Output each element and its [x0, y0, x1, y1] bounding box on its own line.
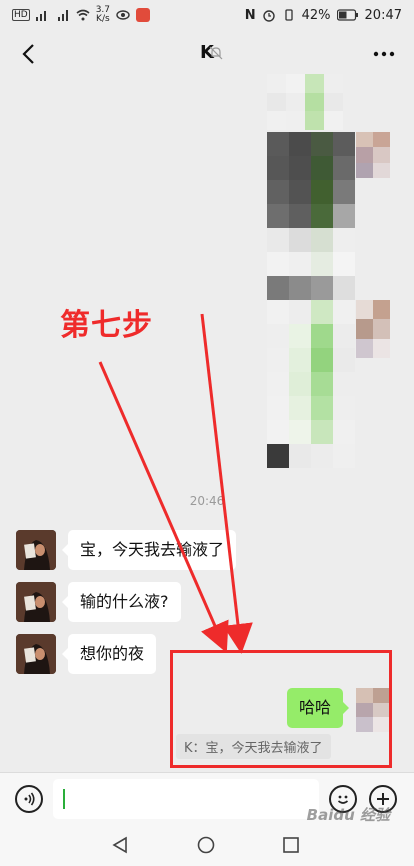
message-input[interactable] [53, 779, 319, 819]
arrow-1 [98, 361, 229, 654]
highlight-box [170, 650, 392, 768]
nav-home-icon[interactable] [197, 836, 215, 854]
nav-back-icon[interactable] [112, 836, 128, 854]
system-nav-bar [0, 824, 414, 866]
voice-button[interactable] [15, 785, 43, 813]
baidu-watermark: Baidu 经验 [306, 806, 390, 824]
voice-icon [24, 792, 35, 806]
text-caret [63, 789, 65, 809]
arrow-2 [200, 313, 253, 654]
nav-recents-icon[interactable] [282, 836, 300, 854]
